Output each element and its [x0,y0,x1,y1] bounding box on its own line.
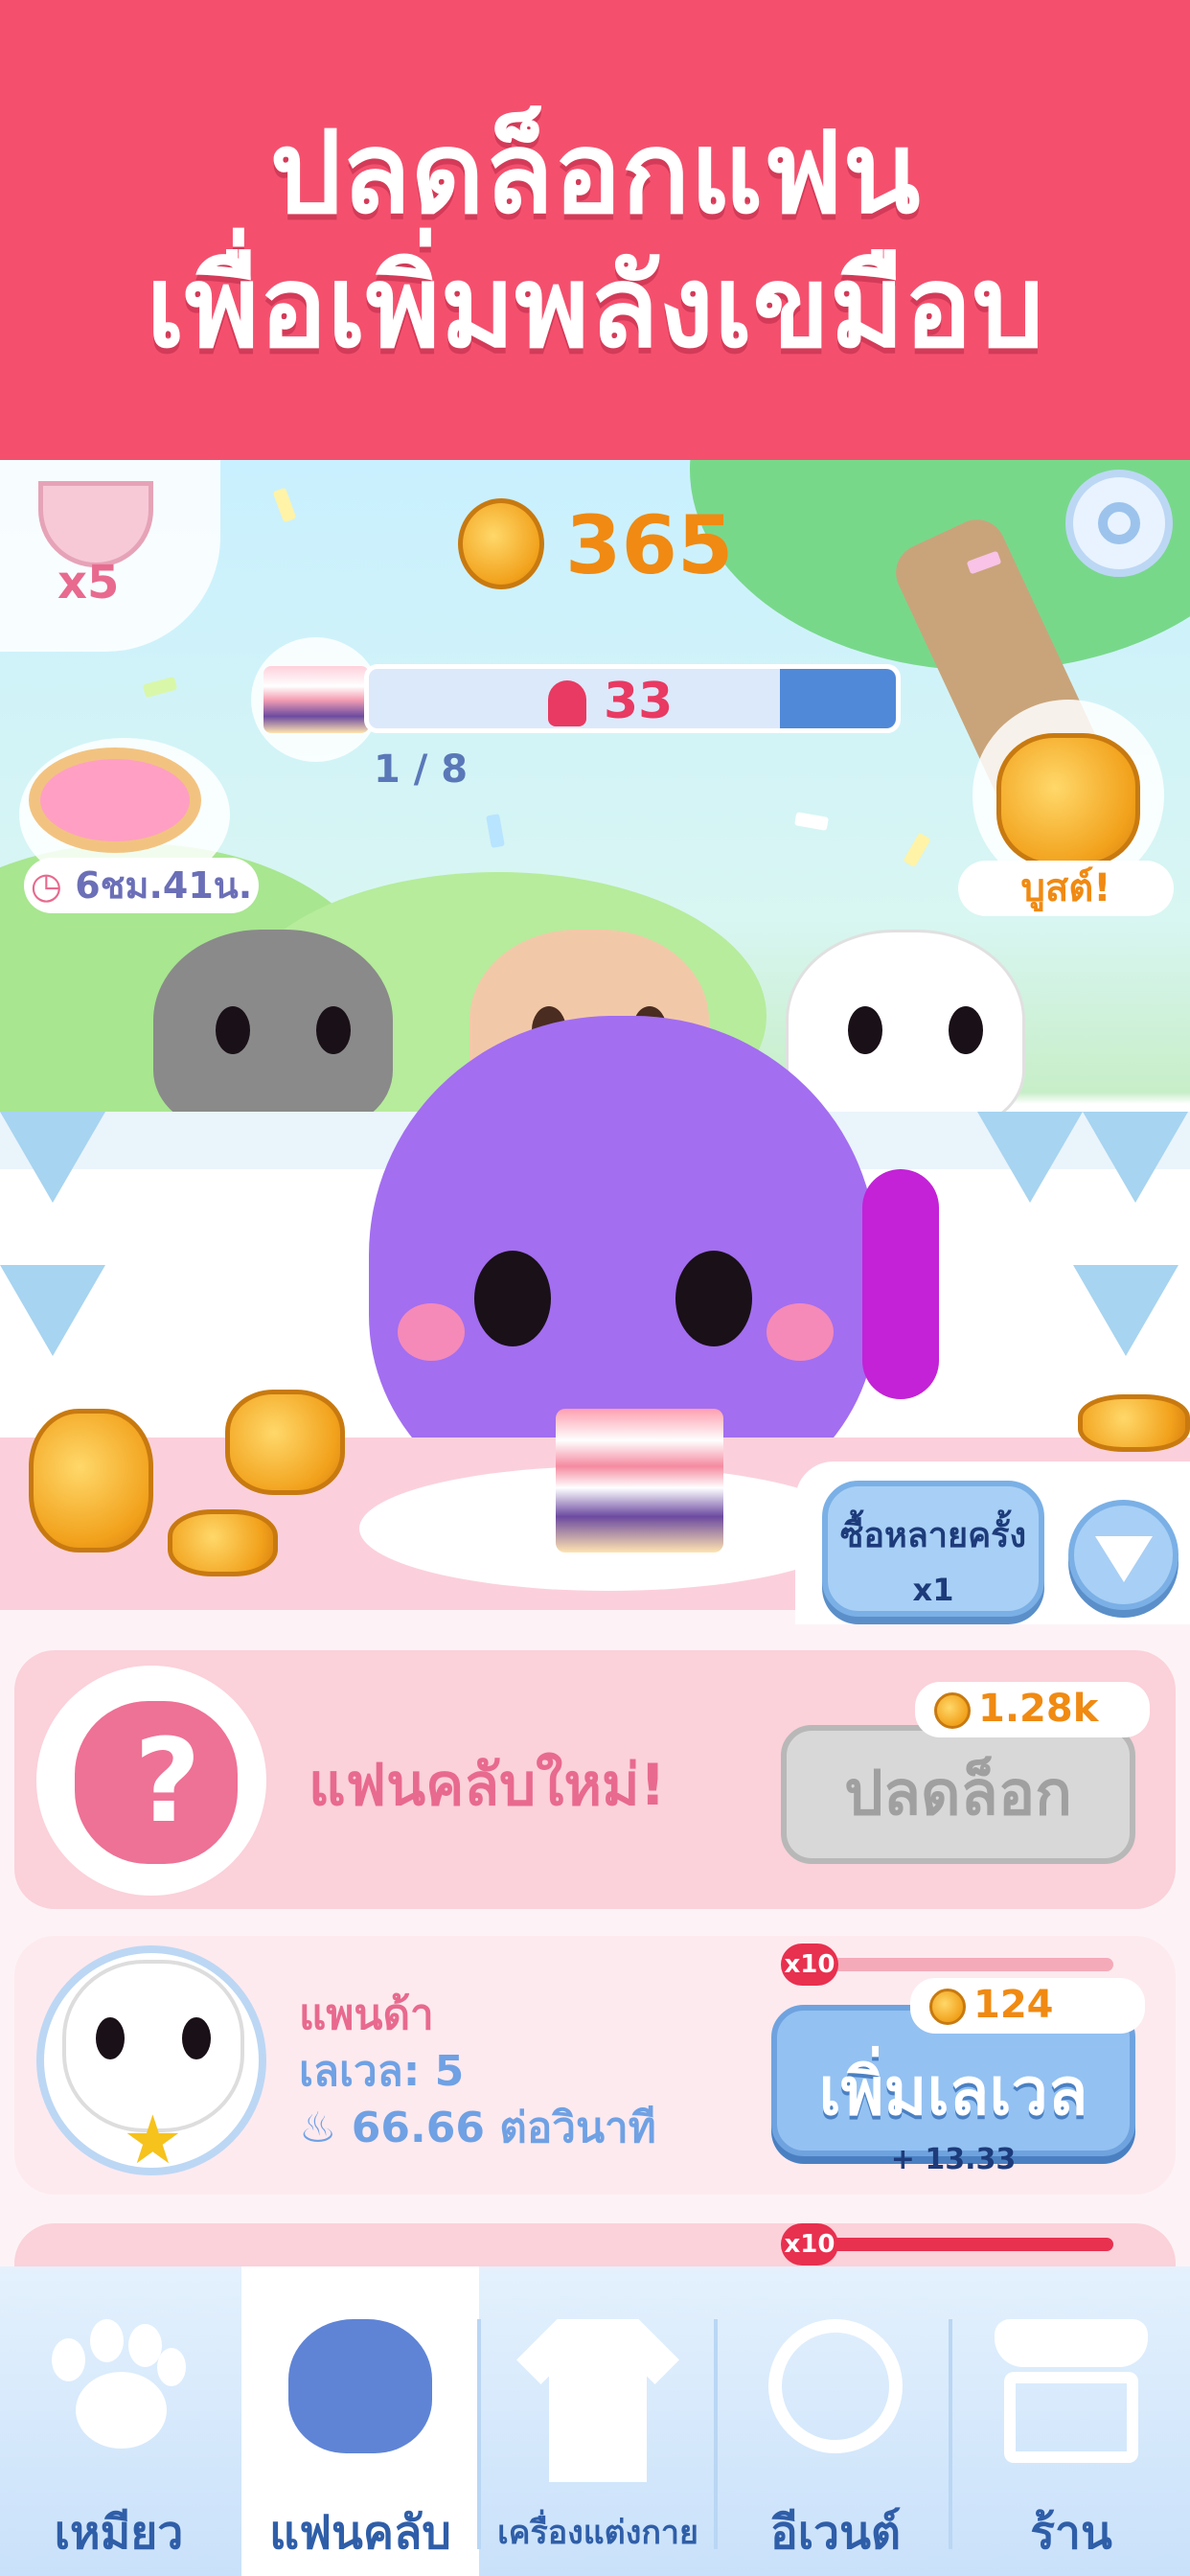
boost-button[interactable]: บูสต์! [958,861,1174,916]
shirt-icon [516,2319,679,2482]
cat-eye [316,1006,351,1054]
banner-title-line1: ปลดล็อกแฟน [269,106,921,239]
flag [0,1265,105,1356]
coin-icon [458,498,544,589]
question-icon: ? [134,1715,201,1849]
cheek [398,1303,465,1361]
cat-eye [182,2017,211,2059]
banner-title-line2: เพื่อเพิ่มพลังเขมือบ [146,241,1044,373]
confetti [272,487,297,523]
level-up-label: เพิ่มเลเวล [818,2055,1088,2130]
coin-count: 365 [565,498,734,592]
nav-divider [477,2319,481,2549]
clock-icon [768,2319,903,2453]
trophy-count: x5 [57,556,120,610]
level-up-price-value: 124 [973,1983,1054,2027]
paw-icon [52,2319,186,2453]
nav-item-event[interactable]: อีเวนต์ [717,2266,954,2576]
buy-multiple-value: x1 [912,1572,954,1608]
panda-rate-text: 66.66 ต่อวินาที [351,2104,656,2152]
unlock-button[interactable]: ปลดล็อก [781,1725,1135,1864]
donut-timer-text: 6ชม.41น. [75,864,253,907]
white-cat [786,930,1025,1131]
nav-label-shop: ร้าน [1030,2506,1112,2560]
coin-stack-icon [996,733,1140,867]
nav-label-event: อีเวนต์ [769,2506,902,2560]
level-up-price: 124 [910,1978,1145,2034]
flag [977,1112,1083,1203]
new-fan-label: แฟนคลับใหม่! [309,1752,666,1819]
nav-label-fanclub: แฟนคลับ [269,2506,451,2560]
buy-multiple-button[interactable]: ซื้อหลายครั้ง x1 [822,1481,1044,1617]
cat-eye [474,1251,551,1346]
confetti [486,814,505,848]
nav-divider [714,2319,718,2549]
flag [1083,1112,1188,1203]
multiplier-progress [814,2238,1113,2251]
cake-progress-fill [780,669,896,728]
cat-head-icon [288,2319,432,2453]
game-scene: x5 365 33 1 / 8 ◷ 6ชม.41น. บูสต์! [0,460,1190,1610]
confetti [903,832,931,868]
multiplier-badge: x10 [781,2223,838,2266]
level-step: 1 / 8 [374,748,469,792]
coin-stack-icon [29,1409,153,1552]
donut-icon [29,748,201,853]
level-up-gain: + 13.33 [890,2143,1017,2176]
shop-icon [995,2319,1148,2463]
nav-item-shop[interactable]: ร้าน [952,2266,1190,2576]
buy-multiple-label: ซื้อหลายครั้ง [839,1516,1027,1555]
cake-slice [556,1409,723,1552]
flag [0,1112,105,1203]
cat-eye [96,2017,125,2059]
donut-timer: ◷ 6ชม.41น. [24,858,259,913]
nav-item-cats[interactable]: เหมียว [0,2266,238,2576]
gray-cat [153,930,393,1131]
panda-rate: ♨ 66.66 ต่อวินาที [299,2094,656,2161]
cake-progress-value: 33 [604,673,674,730]
coin-icon [934,1692,971,1729]
cheek [767,1303,834,1361]
cake-icon [263,666,369,733]
purple-cat-tail [862,1169,939,1399]
confetti [142,676,178,699]
nav-item-costume[interactable]: เครื่องแต่งกาย [479,2266,717,2576]
star-icon: ★ [123,2101,183,2179]
nav-divider [949,2319,952,2549]
gear-hole [1098,502,1140,544]
nav-label-costume: เครื่องแต่งกาย [497,2514,698,2552]
cat-eye [216,1006,250,1054]
multiplier-badge: x10 [781,1944,838,1986]
cat-eye [848,1006,882,1054]
multiplier-progress [814,1958,1113,1971]
cat-eye [675,1251,752,1346]
clock-icon: ◷ [30,864,76,907]
unlock-price: 1.28k [915,1682,1150,1737]
collapse-arrow-button[interactable] [1068,1500,1179,1610]
coin-stack-icon [1078,1394,1190,1452]
nav-item-fanclub[interactable]: แฟนคลับ [241,2266,479,2576]
flag [1073,1265,1179,1356]
coin-stack-icon [225,1390,345,1495]
confetti [794,812,829,831]
cupcake-icon [548,680,586,726]
unlock-price-value: 1.28k [978,1687,1099,1731]
coin-icon [929,1989,966,2025]
nav-label-cats: เหมียว [54,2506,184,2560]
coin-stack-icon [168,1509,278,1576]
cupcake-icon: ♨ [299,2104,352,2152]
cat-eye [949,1006,983,1054]
